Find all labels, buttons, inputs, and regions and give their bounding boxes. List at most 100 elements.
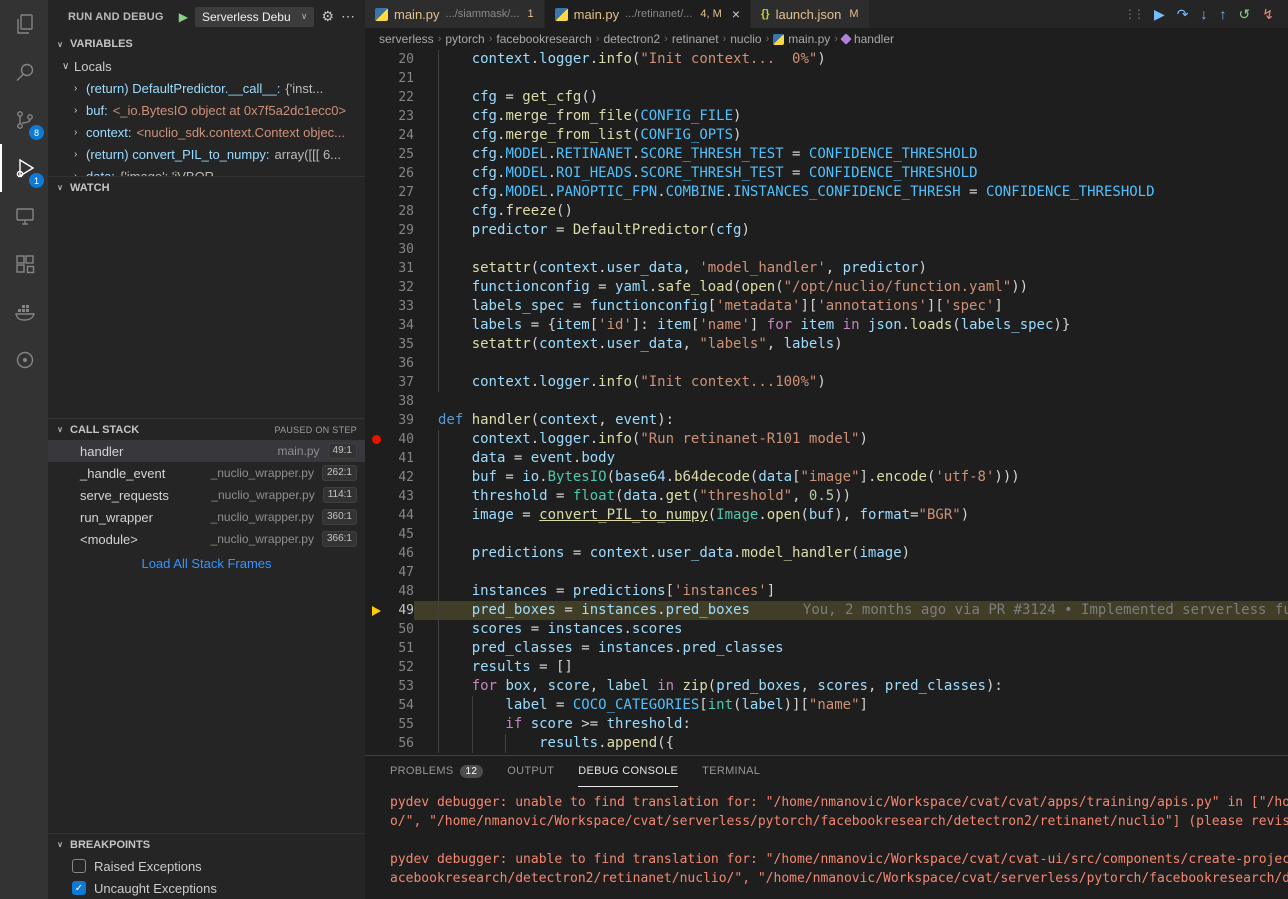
code-line-45[interactable]: 45 [365, 525, 1288, 544]
step-out-button[interactable]: ↑ [1220, 6, 1227, 22]
start-debug-icon[interactable]: ▶ [179, 10, 188, 24]
glyph-margin[interactable] [365, 183, 388, 202]
breakpoint-icon[interactable] [372, 435, 381, 444]
gear-icon[interactable]: ⚙ [321, 8, 334, 25]
glyph-margin[interactable] [365, 677, 388, 696]
glyph-margin[interactable] [365, 658, 388, 677]
breadcrumb-item-pytorch[interactable]: pytorch [445, 32, 484, 46]
glyph-margin[interactable] [365, 734, 388, 753]
code-line-21[interactable]: 21 [365, 69, 1288, 88]
disconnect-button[interactable]: ↯ [1262, 6, 1274, 23]
tab-main.py-1[interactable]: main.py.../retinanet/...4, M× [545, 0, 751, 28]
glyph-margin[interactable] [365, 221, 388, 240]
code-line-30[interactable]: 30 [365, 240, 1288, 259]
panel-tab-output[interactable]: OUTPUT [507, 756, 554, 787]
glyph-margin[interactable] [365, 50, 388, 69]
activity-bar-docker[interactable] [0, 288, 48, 336]
glyph-margin[interactable] [365, 563, 388, 582]
glyph-margin[interactable] [365, 525, 388, 544]
glyph-margin[interactable] [365, 164, 388, 183]
tab-main.py-0[interactable]: main.py.../siammask/...1 [365, 0, 545, 28]
code-line-25[interactable]: 25cfg.MODEL.RETINANET.SCORE_THRESH_TEST … [365, 145, 1288, 164]
glyph-margin[interactable] [365, 316, 388, 335]
code-line-40[interactable]: 40context.logger.info("Run retinanet-R10… [365, 430, 1288, 449]
checkbox-unchecked-icon[interactable] [72, 859, 86, 873]
glyph-margin[interactable] [365, 202, 388, 221]
code-line-49[interactable]: 49pred_boxes = instances.pred_boxesYou, … [365, 601, 1288, 620]
code-line-41[interactable]: 41data = event.body [365, 449, 1288, 468]
code-line-37[interactable]: 37context.logger.info("Init context...10… [365, 373, 1288, 392]
breadcrumb-item-facebookresearch[interactable]: facebookresearch [496, 32, 591, 46]
variables-section-header[interactable]: ∨ VARIABLES [48, 33, 365, 55]
step-into-button[interactable]: ↓ [1201, 6, 1208, 22]
glyph-margin[interactable] [365, 715, 388, 734]
code-line-43[interactable]: 43threshold = float(data.get("threshold"… [365, 487, 1288, 506]
code-line-55[interactable]: 55if score >= threshold: [365, 715, 1288, 734]
continue-button[interactable]: ▶ [1154, 6, 1165, 23]
panel-tab-terminal[interactable]: TERMINAL [702, 756, 760, 787]
code-line-51[interactable]: 51pred_classes = instances.pred_classes [365, 639, 1288, 658]
checkbox-checked-icon[interactable]: ✓ [72, 881, 86, 895]
activity-bar-extensions[interactable] [0, 240, 48, 288]
step-over-button[interactable]: ↷ [1177, 6, 1189, 23]
glyph-margin[interactable] [365, 126, 388, 145]
code-line-34[interactable]: 34labels = {item['id']: item['name'] for… [365, 316, 1288, 335]
activity-bar-run-and-debug[interactable]: 1 [0, 144, 48, 192]
code-line-26[interactable]: 26cfg.MODEL.ROI_HEADS.SCORE_THRESH_TEST … [365, 164, 1288, 183]
code-line-39[interactable]: 39def handler(context, event): [365, 411, 1288, 430]
glyph-margin[interactable] [365, 468, 388, 487]
watch-section-header[interactable]: ∨ WATCH [48, 176, 365, 198]
glyph-margin[interactable] [365, 240, 388, 259]
glyph-margin[interactable] [365, 88, 388, 107]
activity-bar-explorer[interactable] [0, 0, 48, 48]
code-line-27[interactable]: 27cfg.MODEL.PANOPTIC_FPN.COMBINE.INSTANC… [365, 183, 1288, 202]
scope-locals[interactable]: ∨ Locals [48, 55, 365, 77]
activity-bar-remote-explorer[interactable] [0, 192, 48, 240]
code-line-23[interactable]: 23cfg.merge_from_file(CONFIG_FILE) [365, 107, 1288, 126]
call-stack-section-header[interactable]: ∨ CALL STACK PAUSED ON STEP [48, 418, 365, 440]
breadcrumb-item-main.py[interactable]: main.py [773, 32, 830, 46]
glyph-margin[interactable] [365, 107, 388, 126]
debug-config-dropdown[interactable]: Serverless Debu ∨ [195, 7, 315, 27]
breadcrumb-item-detectron2[interactable]: detectron2 [603, 32, 660, 46]
stack-frame-handler[interactable]: handlermain.py49:1 [48, 440, 365, 462]
code-line-28[interactable]: 28cfg.freeze() [365, 202, 1288, 221]
glyph-margin[interactable] [365, 544, 388, 563]
glyph-margin[interactable] [365, 411, 388, 430]
glyph-margin[interactable] [365, 259, 388, 278]
glyph-margin[interactable] [365, 696, 388, 715]
breadcrumb-item-retinanet[interactable]: retinanet [672, 32, 719, 46]
variable-row[interactable]: ›context:<nuclio_sdk.context.Context obj… [48, 121, 365, 143]
glyph-margin[interactable] [365, 335, 388, 354]
glyph-margin[interactable] [365, 145, 388, 164]
code-line-56[interactable]: 56results.append({ [365, 734, 1288, 753]
glyph-margin[interactable] [365, 69, 388, 88]
variable-row[interactable]: ›data:{'image': 'iVBOR... [48, 165, 365, 176]
code-line-47[interactable]: 47 [365, 563, 1288, 582]
glyph-margin[interactable] [365, 487, 388, 506]
glyph-margin[interactable] [365, 506, 388, 525]
activity-bar-database[interactable] [0, 336, 48, 384]
breadcrumb-item-serverless[interactable]: serverless [379, 32, 434, 46]
code-line-35[interactable]: 35setattr(context.user_data, "labels", l… [365, 335, 1288, 354]
load-all-stack-frames-link[interactable]: Load All Stack Frames [48, 550, 365, 576]
glyph-margin[interactable] [365, 392, 388, 411]
glyph-margin[interactable] [365, 278, 388, 297]
stack-frame-run_wrapper[interactable]: run_wrapper_nuclio_wrapper.py360:1 [48, 506, 365, 528]
panel-tab-debug-console[interactable]: DEBUG CONSOLE [578, 756, 678, 787]
restart-button[interactable]: ↺ [1239, 6, 1251, 23]
code-line-50[interactable]: 50scores = instances.scores [365, 620, 1288, 639]
stack-frame-serve_requests[interactable]: serve_requests_nuclio_wrapper.py114:1 [48, 484, 365, 506]
glyph-margin[interactable] [365, 601, 388, 620]
glyph-margin[interactable] [365, 354, 388, 373]
code-line-48[interactable]: 48instances = predictions['instances'] [365, 582, 1288, 601]
code-line-31[interactable]: 31setattr(context.user_data, 'model_hand… [365, 259, 1288, 278]
breadcrumb-item-nuclio[interactable]: nuclio [730, 32, 761, 46]
glyph-margin[interactable] [365, 620, 388, 639]
code-editor[interactable]: 20context.logger.info("Init context... 0… [365, 50, 1288, 755]
code-line-38[interactable]: 38 [365, 392, 1288, 411]
breakpoint-row[interactable]: ✓Uncaught Exceptions [48, 877, 365, 899]
debug-console[interactable]: pydev debugger: unable to find translati… [365, 787, 1288, 888]
code-line-42[interactable]: 42buf = io.BytesIO(base64.b64decode(data… [365, 468, 1288, 487]
code-line-22[interactable]: 22cfg = get_cfg() [365, 88, 1288, 107]
